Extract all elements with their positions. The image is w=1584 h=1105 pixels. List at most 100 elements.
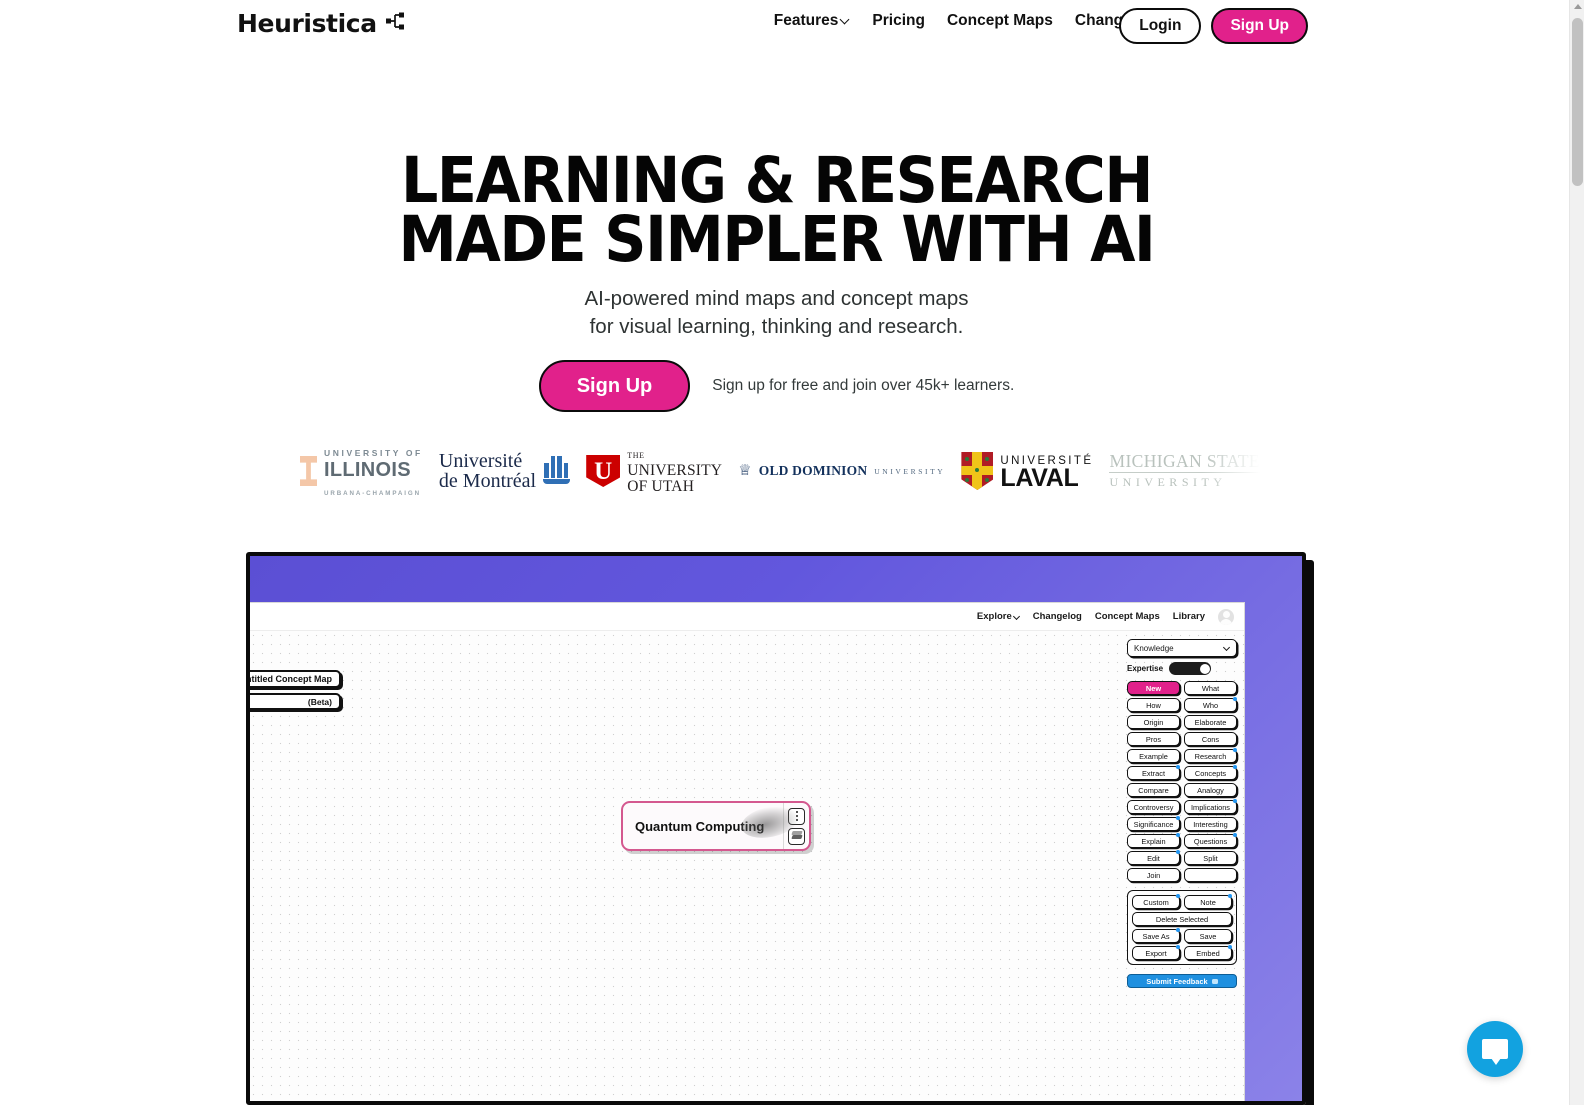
action-button-label: Save As — [1142, 931, 1170, 941]
prompt-button-label: Compare — [1138, 785, 1169, 795]
node-menu-icon[interactable] — [788, 807, 805, 825]
logo-universite-de-montreal: Université de Montréal — [438, 449, 571, 492]
prompt-button-label: Questions — [1193, 836, 1228, 846]
prompt-button-label: Implications — [1190, 802, 1231, 812]
prompt-button-edit[interactable]: Edit — [1127, 850, 1180, 865]
prompt-button-concepts[interactable]: Concepts — [1184, 765, 1237, 780]
brand-name: Heuristica — [237, 9, 377, 38]
action-button-export[interactable]: Export — [1132, 945, 1180, 960]
prompt-button-how[interactable]: How — [1127, 698, 1180, 712]
submit-feedback-button[interactable]: Submit Feedback — [1127, 974, 1237, 988]
action-button-embed[interactable]: Embed — [1184, 945, 1232, 960]
nav-item-pricing[interactable]: Pricing — [872, 12, 925, 30]
montreal-line-1: Université — [438, 449, 523, 472]
utah-line-3: OF UTAH — [627, 478, 695, 496]
scroll-up-arrow-icon[interactable] — [1574, 4, 1582, 9]
action-button-save-as[interactable]: Save As — [1132, 928, 1180, 943]
illinois-line-3: URBANA-CHAMPAIGN — [324, 489, 421, 497]
avatar[interactable] — [1218, 608, 1234, 625]
prompt-button-significance[interactable]: Significance — [1127, 816, 1180, 831]
prompt-button-elaborate[interactable]: Elaborate — [1184, 715, 1237, 729]
badge-dot-icon — [1228, 945, 1232, 949]
prompt-button-empty-23[interactable] — [1184, 868, 1237, 882]
action-button-label: Embed — [1196, 948, 1220, 958]
prompt-button-new[interactable]: New — [1127, 681, 1180, 695]
montreal-line-2: de Montréal — [438, 470, 537, 492]
logo-universite-laval: UNIVERSITÉ LAVAL — [961, 452, 1093, 491]
app-nav-explore[interactable]: Explore — [977, 611, 1020, 622]
prompt-button-what[interactable]: What — [1184, 681, 1237, 695]
cta-note: Sign up for free and join over 45k+ lear… — [712, 377, 1015, 394]
logo-michigan-state-university: MICHIGAN STATE UNIVERSITY — [1109, 450, 1260, 492]
prompt-button-cons[interactable]: Cons — [1184, 732, 1237, 746]
action-button-note[interactable]: Note — [1184, 894, 1232, 909]
app-nav-library[interactable]: Library — [1173, 611, 1205, 622]
action-button-custom[interactable]: Custom — [1132, 894, 1180, 909]
prompt-button-pros[interactable]: Pros — [1127, 732, 1180, 746]
brand-logo[interactable]: Heuristica — [237, 9, 406, 38]
badge-dot-icon — [1233, 799, 1237, 803]
prompt-button-implications[interactable]: Implications — [1184, 799, 1237, 814]
concept-map-canvas[interactable]: Untitled Concept Map (Beta) Quantum Comp… — [250, 631, 1244, 1101]
nav-item-features[interactable]: Features — [774, 12, 851, 30]
prompt-button-interesting[interactable]: Interesting — [1184, 817, 1237, 831]
signup-button-nav[interactable]: Sign Up — [1211, 8, 1308, 44]
prompt-button-label: Elaborate — [1194, 717, 1227, 727]
node-layers-icon[interactable] — [788, 827, 805, 845]
laval-line-2: LAVAL — [1000, 463, 1079, 492]
login-button[interactable]: Login — [1119, 8, 1202, 44]
knowledge-select-value: Knowledge — [1134, 643, 1174, 653]
page-scrollbar[interactable] — [1569, 0, 1584, 1105]
badge-dot-icon — [1176, 945, 1180, 949]
app-nav-concept-maps[interactable]: Concept Maps — [1095, 611, 1160, 622]
hero-cta-row: Sign Up Sign up for free and join over 4… — [0, 360, 1553, 412]
odu-line-2: UNIVERSITY — [874, 466, 946, 476]
prompt-button-split[interactable]: Split — [1184, 851, 1237, 865]
utah-line-2: UNIVERSITY — [627, 461, 723, 479]
badge-dot-icon — [1233, 765, 1237, 769]
prompt-button-explain[interactable]: Explain — [1127, 833, 1180, 848]
app-window-screenshot: Explore Changelog Concept Maps Library U… — [250, 602, 1245, 1101]
prompt-button-label: Controversy — [1133, 802, 1174, 812]
prompt-button-join[interactable]: Join — [1127, 868, 1180, 882]
prompt-button-questions[interactable]: Questions — [1184, 833, 1237, 848]
expertise-label: Expertise — [1127, 664, 1164, 673]
node-tools — [783, 803, 809, 849]
nav-item-concept-maps[interactable]: Concept Maps — [947, 12, 1053, 30]
utah-line-1: THE — [627, 451, 645, 461]
action-button-save[interactable]: Save — [1184, 929, 1232, 943]
university-logo-strip: UNIVERSITY OF ILLINOIS URBANA-CHAMPAIGN … — [300, 440, 1260, 502]
signup-button-hero[interactable]: Sign Up — [538, 360, 691, 412]
badge-dot-icon — [1176, 894, 1180, 898]
scrollbar-thumb[interactable] — [1572, 18, 1583, 186]
utah-block-u-icon: U — [586, 455, 621, 487]
action-button-delete-selected[interactable]: Delete Selected — [1132, 912, 1232, 926]
knowledge-select[interactable]: Knowledge — [1127, 639, 1237, 657]
prompt-button-extract[interactable]: Extract — [1127, 765, 1180, 780]
prompt-button-who[interactable]: Who — [1184, 697, 1237, 712]
prompt-button-analogy[interactable]: Analogy — [1184, 783, 1237, 797]
site-header: Heuristica Features Pricing Concept Maps — [0, 0, 1569, 48]
map-title-field[interactable]: Untitled Concept Map — [250, 670, 341, 688]
prompt-button-controversy[interactable]: Controversy — [1127, 800, 1180, 814]
prompt-button-compare[interactable]: Compare — [1127, 783, 1180, 797]
hero-subheading: AI-powered mind maps and concept maps fo… — [0, 285, 1553, 342]
chevron-down-icon — [1014, 614, 1020, 620]
badge-dot-icon — [1233, 748, 1237, 752]
prompt-button-example[interactable]: Example — [1127, 749, 1180, 763]
prompt-button-label: New — [1145, 683, 1162, 693]
prompt-button-origin[interactable]: Origin — [1127, 715, 1180, 729]
expertise-toggle[interactable] — [1169, 662, 1212, 675]
support-chat-button[interactable] — [1467, 1021, 1523, 1077]
app-nav-changelog[interactable]: Changelog — [1033, 611, 1082, 622]
prompt-button-label: Concepts — [1194, 768, 1227, 778]
montreal-mark-icon — [543, 456, 571, 486]
concept-node[interactable]: Quantum Computing — [621, 801, 811, 851]
chevron-down-icon — [1224, 645, 1230, 651]
prompt-button-research[interactable]: Research — [1184, 748, 1237, 763]
chevron-down-icon — [841, 16, 850, 25]
prompt-button-label: Origin — [1143, 717, 1164, 727]
prompt-button-label: Join — [1146, 870, 1161, 880]
illinois-line-2: ILLINOIS — [324, 459, 411, 482]
msu-line-2: UNIVERSITY — [1109, 474, 1227, 489]
